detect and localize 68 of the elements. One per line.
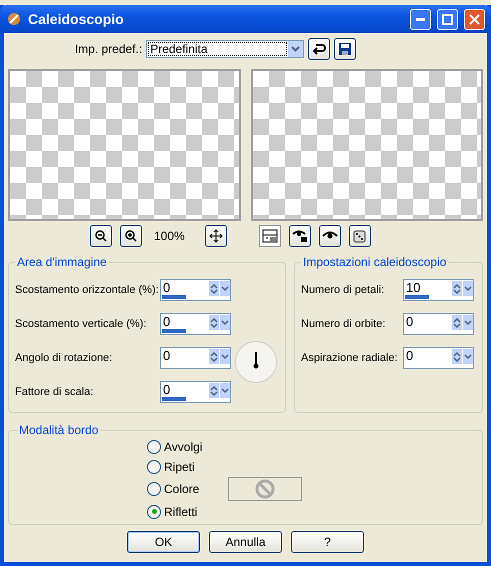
kaleidoscope-settings-group: Impostazioni caleidoscopio Numero di petali: 10 Numero di orbite: 0 Aspirazione radiale: 0	[294, 255, 483, 413]
zoom-level: 100%	[154, 229, 185, 243]
caret-icon	[291, 46, 300, 52]
field-label: Numero di petali:	[301, 284, 386, 296]
spin-arrows[interactable]	[209, 281, 219, 296]
eye-button[interactable]	[318, 225, 341, 247]
dice-button[interactable]	[348, 225, 371, 247]
value-input[interactable]: 10	[404, 280, 450, 294]
radio-option[interactable]: Avvolgi	[147, 437, 482, 456]
spin-arrows[interactable]	[452, 349, 462, 364]
value-input[interactable]: 0	[161, 382, 207, 396]
spin-arrows[interactable]	[209, 315, 219, 330]
preset-label: Imp. predef.:	[74, 42, 142, 56]
dialog-button[interactable]: Annulla	[209, 531, 282, 553]
value-input[interactable]: 0	[404, 348, 450, 362]
spin-field[interactable]: 0	[160, 381, 231, 403]
edge-mode-group: Modalità bordo Avvolgi Ripeti Colore Rifletti	[8, 423, 483, 525]
app-icon	[6, 11, 22, 27]
radio-option[interactable]: Ripeti	[147, 457, 482, 476]
window-title: Caleidoscopio	[28, 11, 125, 27]
maximize-icon	[442, 14, 453, 24]
spin-field[interactable]: 0	[160, 347, 231, 369]
radio-option[interactable]: Rifletti	[147, 502, 482, 521]
layout-icon	[262, 229, 278, 243]
eye-lock-button[interactable]	[288, 225, 311, 247]
layout-toggle-button[interactable]	[258, 225, 281, 247]
value-input[interactable]: 0	[161, 280, 207, 294]
move-arrows-icon	[208, 229, 223, 243]
eye-lock-icon	[292, 229, 308, 243]
reset-button[interactable]	[308, 38, 330, 60]
zoom-out-icon	[94, 229, 108, 243]
maximize-button[interactable]	[437, 8, 458, 30]
field-label: Aspirazione radiale:	[301, 352, 399, 364]
spin-field[interactable]: 0	[160, 313, 231, 335]
value-input[interactable]: 0	[161, 314, 207, 328]
spin-arrows[interactable]	[452, 315, 462, 330]
save-button[interactable]	[334, 38, 356, 60]
undo-arrow-icon	[312, 42, 326, 56]
close-icon	[469, 14, 480, 24]
preset-dropdown[interactable]: Predefinita	[146, 40, 304, 58]
field-label: Fattore di scala:	[15, 386, 94, 398]
dialog-button[interactable]: OK	[127, 531, 200, 553]
radio-option[interactable]: Colore	[147, 480, 200, 498]
value-input[interactable]: 0	[161, 348, 207, 362]
image-area-group: Area d'immagine Scostamento orizzontale (%): 0 Scostamento verticale (%): 0 Angolo di rotazione: 0 Fattore di scala: 0	[8, 255, 286, 413]
minimize-button[interactable]	[410, 8, 431, 30]
dialog-button[interactable]: ?	[291, 531, 364, 553]
minimize-icon	[416, 18, 425, 20]
rotation-dial[interactable]	[235, 341, 277, 383]
no-sign-icon	[255, 479, 276, 499]
spin-arrows[interactable]	[452, 281, 462, 296]
field-label: Numero di orbite:	[301, 318, 386, 330]
value-input[interactable]: 0	[404, 314, 450, 328]
field-label: Angolo di rotazione:	[15, 352, 114, 364]
spin-field[interactable]: 0	[160, 279, 231, 301]
zoom-out-button[interactable]	[90, 225, 112, 247]
spin-field[interactable]: 10	[403, 279, 474, 301]
close-button[interactable]	[464, 8, 485, 30]
dice-icon	[352, 229, 367, 243]
field-label: Scostamento verticale (%):	[15, 318, 148, 330]
zoom-in-icon	[124, 229, 138, 243]
pan-button[interactable]	[204, 225, 227, 247]
spin-arrows[interactable]	[209, 349, 219, 364]
zoom-in-button[interactable]	[120, 225, 142, 247]
field-label: Scostamento orizzontale (%):	[15, 284, 160, 296]
spin-arrows[interactable]	[209, 383, 219, 398]
spin-field[interactable]: 0	[403, 313, 474, 335]
spin-field[interactable]: 0	[403, 347, 474, 369]
